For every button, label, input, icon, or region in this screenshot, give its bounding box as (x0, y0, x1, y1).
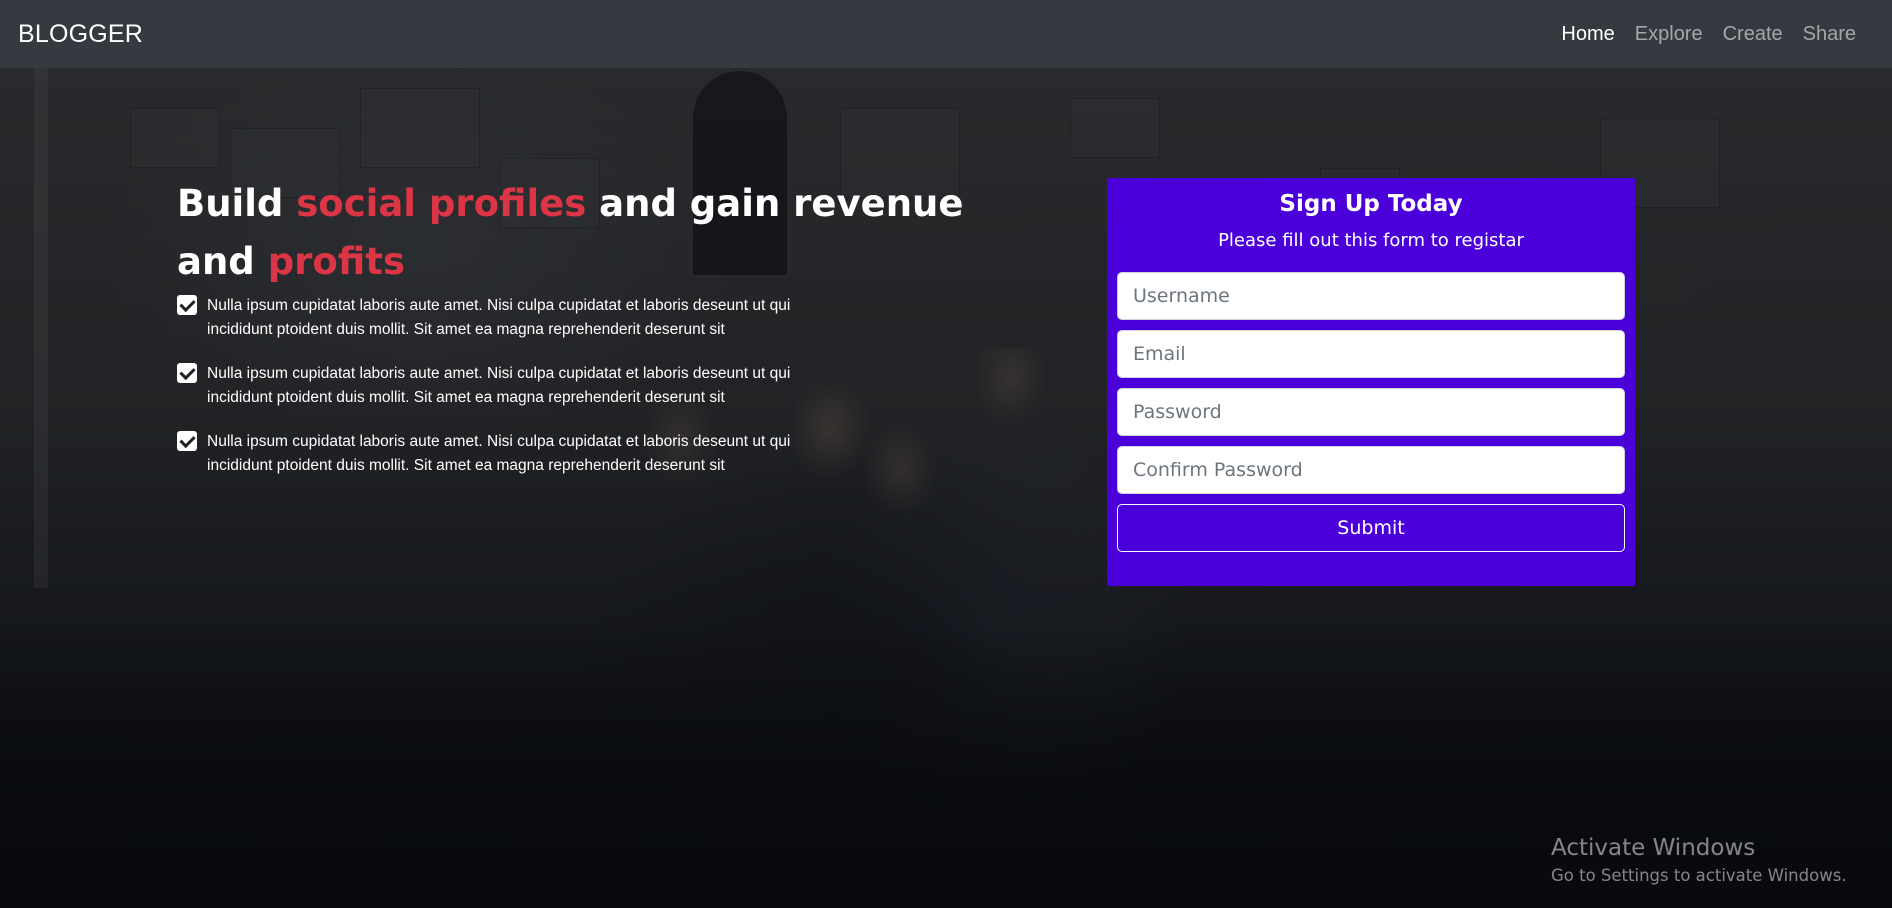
feature-item: Nulla ipsum cupidatat laboris aute amet.… (177, 294, 837, 342)
feature-item: Nulla ipsum cupidatat laboris aute amet.… (177, 430, 837, 478)
navbar: BLOGGER Home Explore Create Share (0, 0, 1892, 68)
nav-link-create[interactable]: Create (1723, 23, 1783, 46)
watermark-subtitle: Go to Settings to activate Windows. (1551, 866, 1847, 885)
submit-button[interactable]: Submit (1117, 504, 1625, 552)
checkbox-checked-icon (177, 295, 197, 315)
headline-accent: social profiles (296, 182, 587, 225)
feature-text: Nulla ipsum cupidatat laboris aute amet.… (207, 365, 791, 406)
signup-title: Sign Up Today (1279, 191, 1463, 217)
password-input[interactable] (1117, 388, 1625, 436)
hero-headline: Build social profiles and gain revenue a… (177, 175, 977, 291)
checkbox-checked-icon (177, 431, 197, 451)
email-input[interactable] (1117, 330, 1625, 378)
feature-item: Nulla ipsum cupidatat laboris aute amet.… (177, 362, 837, 410)
checkbox-checked-icon (177, 363, 197, 383)
nav-link-home[interactable]: Home (1561, 23, 1614, 46)
feature-list: Nulla ipsum cupidatat laboris aute amet.… (177, 294, 837, 498)
watermark-title: Activate Windows (1551, 835, 1756, 861)
headline-accent: profits (267, 240, 405, 283)
brand-logo[interactable]: BLOGGER (18, 20, 143, 49)
nav-link-share[interactable]: Share (1803, 23, 1856, 46)
nav-link-explore[interactable]: Explore (1635, 23, 1703, 46)
confirm-password-input[interactable] (1117, 446, 1625, 494)
signup-subtitle: Please fill out this form to registar (1218, 230, 1524, 251)
feature-text: Nulla ipsum cupidatat laboris aute amet.… (207, 433, 791, 474)
feature-text: Nulla ipsum cupidatat laboris aute amet.… (207, 297, 791, 338)
headline-text: Build (177, 182, 297, 225)
nav-links: Home Explore Create Share (1561, 23, 1874, 46)
windows-activation-watermark: Activate Windows Go to Settings to activ… (1551, 834, 1847, 888)
signup-form: Sign Up Today Please fill out this form … (1107, 178, 1635, 586)
username-input[interactable] (1117, 272, 1625, 320)
